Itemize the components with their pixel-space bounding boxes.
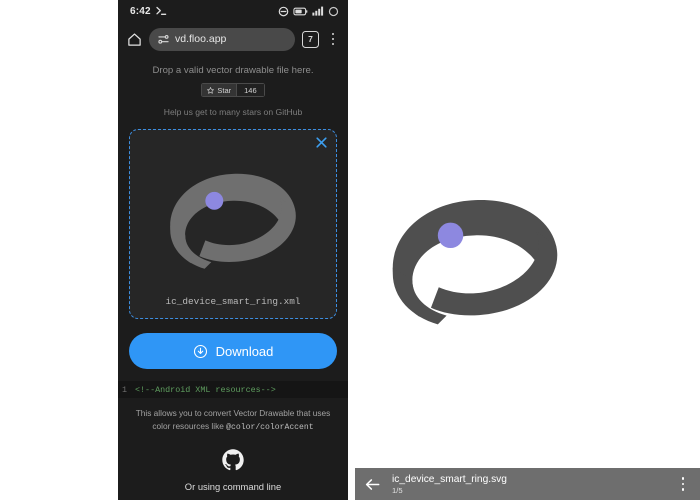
battery-icon [293, 7, 308, 15]
status-time: 6:42 [130, 5, 151, 17]
star-button[interactable]: Star [201, 83, 237, 97]
github-star-row: Star 146 [126, 83, 340, 97]
star-count: 146 [236, 83, 265, 97]
dot [681, 482, 685, 486]
download-circle-icon [193, 344, 207, 358]
smart-ring-preview-icon [170, 173, 296, 269]
command-line-text: Or using command line [184, 481, 282, 493]
image-viewer-bar: ic_device_smart_ring.svg 1/5 [355, 468, 700, 500]
dot [331, 37, 335, 41]
status-bar: 6:42 [118, 0, 348, 22]
page-info-icon [158, 34, 169, 44]
signal-bars-icon [312, 6, 324, 16]
github-icon[interactable] [221, 448, 245, 472]
dot [681, 477, 685, 480]
github-star-badge[interactable]: Star 146 [201, 83, 265, 97]
address-bar[interactable]: vd.floo.app [149, 27, 295, 51]
back-arrow-icon[interactable] [363, 475, 382, 494]
dot [331, 42, 335, 46]
download-label: Download [215, 343, 274, 359]
github-block: Or using command line [118, 434, 348, 493]
browser-overflow-menu-icon[interactable] [326, 30, 340, 48]
terminal-prompt-icon [156, 6, 167, 15]
phone-screenshot-panel: 6:42 vd.floo.app 7 Drop a valid vector d… [118, 0, 348, 500]
close-icon[interactable] [314, 135, 329, 150]
star-label: Star [217, 85, 232, 95]
convert-note-code: @color/colorAccent [226, 422, 314, 432]
dot [331, 32, 335, 36]
browser-toolbar: vd.floo.app 7 [118, 22, 348, 56]
code-line-text: <!--Android XML resources--> [135, 384, 276, 395]
code-line-number: 1 [122, 384, 128, 395]
dot [681, 487, 685, 491]
download-button[interactable]: Download [129, 333, 337, 369]
github-help-text: Help us get to many stars on GitHub [163, 107, 303, 117]
circle-icon [328, 6, 339, 16]
do-not-disturb-icon [278, 6, 289, 16]
address-bar-url: vd.floo.app [175, 33, 227, 45]
viewer-filename: ic_device_smart_ring.svg [392, 473, 507, 485]
viewer-overflow-menu-icon[interactable] [676, 475, 690, 493]
home-icon[interactable] [127, 32, 142, 47]
tab-count-button[interactable]: 7 [302, 30, 319, 48]
file-dropzone[interactable]: ic_device_smart_ring.xml [129, 129, 337, 319]
convert-note: This allows you to convert Vector Drawab… [118, 398, 348, 435]
star-icon [207, 86, 215, 94]
status-bar-left: 6:42 [130, 6, 168, 17]
code-preview-strip: 1 <!--Android XML resources--> [118, 381, 348, 398]
web-page-content: Drop a valid vector drawable file here. … [118, 56, 348, 369]
viewer-title-block: ic_device_smart_ring.svg 1/5 [392, 474, 666, 495]
smart-ring-artwork [392, 199, 558, 325]
viewer-counter: 1/5 [392, 485, 403, 495]
drop-hint-text: Drop a valid vector drawable file here. [152, 65, 314, 76]
ring-sensor-dot [437, 222, 464, 249]
preview-filename: ic_device_smart_ring.xml [165, 296, 301, 307]
status-bar-right [278, 6, 339, 17]
